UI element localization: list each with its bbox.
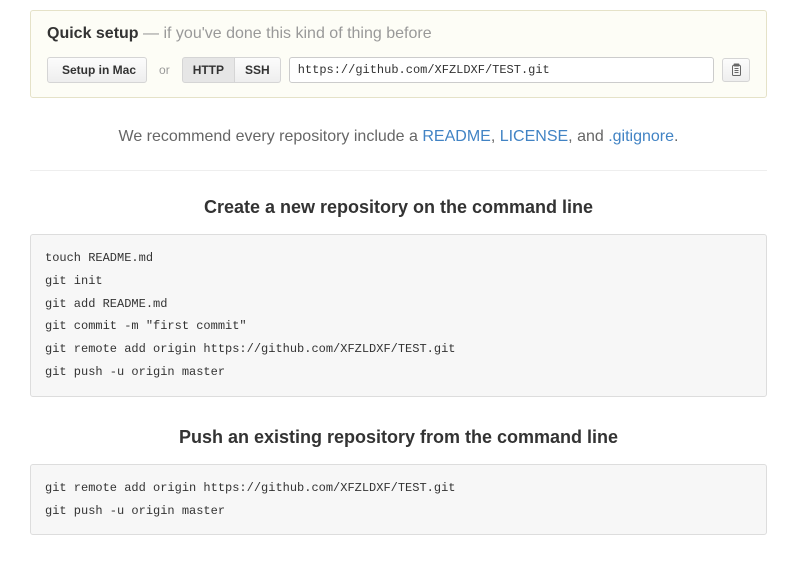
quick-setup-title-strong: Quick setup (47, 25, 139, 42)
or-text: or (159, 63, 170, 77)
create-repo-title: Create a new repository on the command l… (30, 197, 767, 218)
license-link[interactable]: LICENSE (500, 128, 568, 145)
setup-row: Setup in Mac or HTTP SSH (47, 57, 750, 83)
protocol-group: HTTP SSH (182, 57, 281, 83)
protocol-ssh-button[interactable]: SSH (235, 57, 281, 83)
quick-setup-title: Quick setup — if you've done this kind o… (47, 25, 750, 43)
clipboard-icon (729, 63, 743, 77)
quick-setup-title-light: — if you've done this kind of thing befo… (139, 25, 432, 42)
setup-in-mac-button[interactable]: Setup in Mac (47, 57, 147, 83)
recommend-sep2: , and (568, 128, 608, 145)
push-repo-code[interactable]: git remote add origin https://github.com… (30, 464, 767, 536)
recommend-prefix: We recommend every repository include a (119, 128, 423, 145)
setup-in-mac-label: Setup in Mac (62, 63, 136, 77)
divider (30, 170, 767, 171)
recommend-period: . (674, 128, 678, 145)
recommend-text: We recommend every repository include a … (30, 120, 767, 170)
push-repo-title: Push an existing repository from the com… (30, 427, 767, 448)
create-repo-code[interactable]: touch README.md git init git add README.… (30, 234, 767, 397)
copy-url-button[interactable] (722, 58, 750, 82)
clone-url-input[interactable] (289, 57, 714, 83)
quick-setup-panel: Quick setup — if you've done this kind o… (30, 10, 767, 98)
gitignore-link[interactable]: .gitignore (608, 128, 674, 145)
recommend-sep1: , (491, 128, 500, 145)
protocol-http-button[interactable]: HTTP (182, 57, 235, 83)
readme-link[interactable]: README (422, 128, 490, 145)
